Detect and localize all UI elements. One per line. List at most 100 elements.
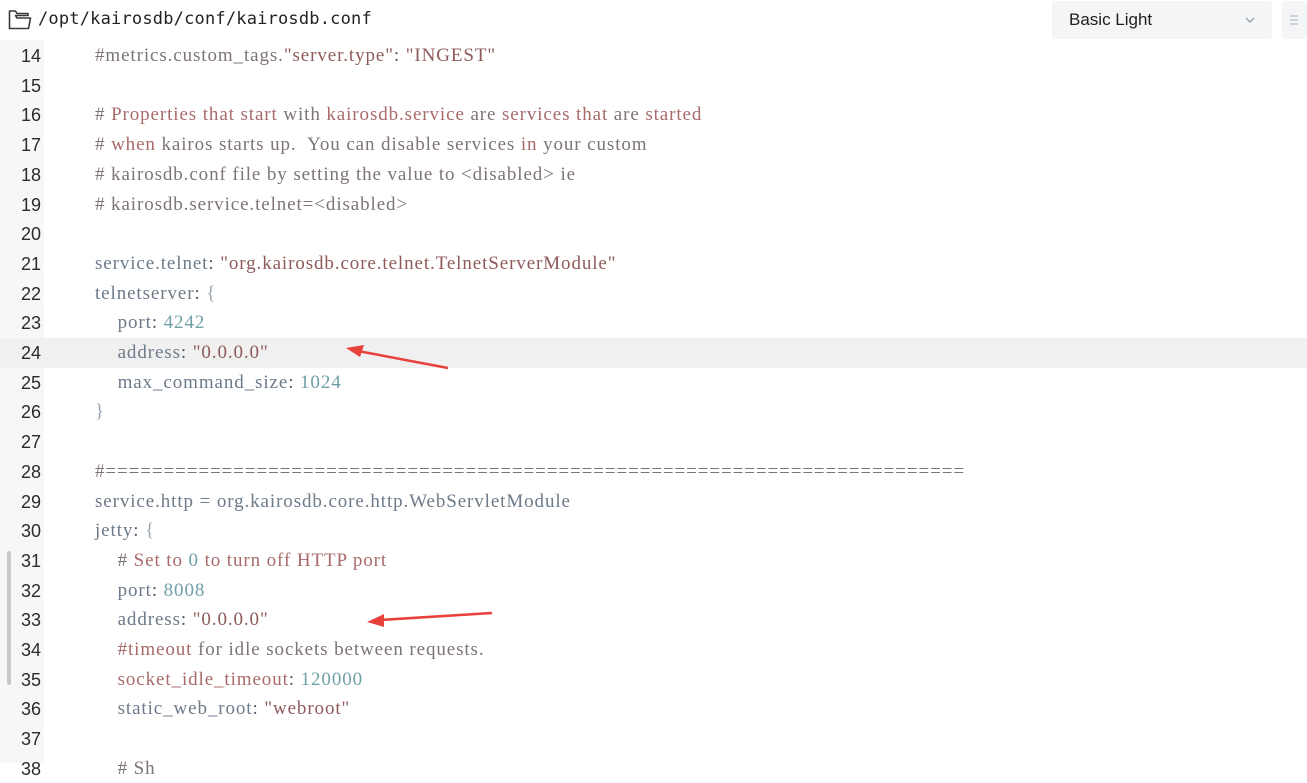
code-token: 1024: [300, 371, 342, 393]
code-text[interactable]: address: "0.0.0.0": [95, 342, 269, 364]
code-text[interactable]: #timeout for idle sockets between reques…: [95, 639, 485, 661]
code-token: 0: [188, 549, 199, 571]
code-line[interactable]: 37: [0, 724, 1307, 754]
code-token: #: [95, 549, 134, 571]
annotation-arrow-line-33: [367, 611, 493, 627]
panel-toggle-icon: [1290, 15, 1298, 25]
code-line[interactable]: 27: [0, 427, 1307, 457]
code-text[interactable]: port: 8008: [95, 580, 205, 602]
code-token: services that: [496, 104, 614, 126]
code-line[interactable]: 21 service.telnet: "org.kairosdb.core.tel…: [0, 249, 1307, 279]
code-text[interactable]: max_command_size: 1024: [95, 372, 342, 394]
line-number: 18: [20, 164, 41, 185]
code-token: are: [613, 104, 640, 126]
code-line[interactable]: 31 # Set to 0 to turn off HTTP port: [0, 546, 1307, 576]
code-line[interactable]: 22 telnetserver: {: [0, 279, 1307, 309]
line-number: 23: [20, 313, 41, 334]
line-number: 37: [20, 729, 41, 750]
code-token: Set to: [133, 549, 189, 571]
code-token: with: [283, 104, 321, 126]
code-token: your custom: [537, 134, 648, 156]
line-number: 34: [20, 640, 41, 660]
code-line[interactable]: 14 #metrics.custom_tags."server.type": "I…: [0, 41, 1307, 71]
code-text[interactable]: service.telnet: "org.kairosdb.core.telne…: [95, 253, 616, 275]
code-line[interactable]: 25 max_command_size: 1024: [0, 368, 1307, 398]
line-number: 28: [20, 461, 41, 482]
panel-toggle-button[interactable]: [1282, 1, 1307, 39]
code-token: :: [151, 312, 164, 334]
code-text[interactable]: # kairosdb.conf file by setting the valu…: [95, 164, 576, 186]
code-line[interactable]: 36 static_web_root: "webroot": [0, 694, 1307, 724]
code-token: "server.type": [283, 45, 394, 66]
theme-select[interactable]: Basic Light: [1052, 1, 1272, 39]
code-token: when: [111, 134, 156, 156]
code-editor[interactable]: 14 #metrics.custom_tags."server.type": "I…: [0, 40, 1307, 779]
code-text[interactable]: # Sh: [95, 758, 156, 780]
line-number: 27: [20, 432, 41, 453]
code-line[interactable]: 19 # kairosdb.service.telnet=<disabled>: [0, 190, 1307, 220]
code-token: Properties that start: [111, 104, 284, 126]
code-token: :: [194, 282, 207, 304]
folder-icon: [8, 10, 32, 30]
code-text[interactable]: }: [95, 401, 105, 423]
code-line[interactable]: 24 address: "0.0.0.0": [0, 338, 1307, 368]
line-number: 15: [20, 75, 41, 96]
code-token: # kairosdb.conf file by setting the valu…: [95, 163, 576, 185]
code-text[interactable]: jetty: {: [95, 520, 155, 542]
code-text[interactable]: static_web_root: "webroot": [95, 698, 350, 720]
code-text[interactable]: #metrics.custom_tags."server.type": "ING…: [95, 45, 496, 67]
code-token: started: [639, 104, 703, 126]
code-line[interactable]: 30 jetty: {: [0, 516, 1307, 546]
code-line[interactable]: 18 # kairosdb.conf file by setting the va…: [0, 160, 1307, 190]
code-text[interactable]: # Set to 0 to turn off HTTP port: [95, 550, 387, 572]
code-token: :: [180, 609, 193, 631]
code-text[interactable]: telnetserver: {: [95, 283, 216, 305]
code-line[interactable]: 20: [0, 219, 1307, 249]
file-path: /opt/kairosdb/conf/kairosdb.conf: [38, 9, 372, 29]
code-text[interactable]: # kairosdb.service.telnet=<disabled>: [95, 194, 408, 216]
line-number: 25: [20, 372, 41, 393]
code-text[interactable]: socket_idle_timeout: 120000: [95, 669, 363, 691]
code-token: # kairosdb.service.telnet=<disabled>: [95, 193, 409, 215]
code-text[interactable]: service.http = org.kairosdb.core.http.We…: [95, 491, 571, 513]
code-line[interactable]: 29 service.http = org.kairosdb.core.http.…: [0, 487, 1307, 517]
code-line[interactable]: 16 # Properties that start with kairosdb.…: [0, 100, 1307, 130]
code-line[interactable]: 26}: [0, 397, 1307, 427]
line-number: 20: [20, 224, 41, 245]
line-number: 19: [20, 194, 41, 215]
code-line[interactable]: 28 #=====================================…: [0, 457, 1307, 487]
code-token: 120000: [300, 668, 364, 690]
code-text[interactable]: address: "0.0.0.0": [95, 609, 269, 631]
code-line[interactable]: 34 #timeout for idle sockets between req…: [0, 635, 1307, 665]
code-line[interactable]: 23 port: 4242: [0, 308, 1307, 338]
code-line[interactable]: 15: [0, 71, 1307, 101]
code-text[interactable]: #=======================================…: [95, 461, 965, 483]
code-token: are: [470, 104, 497, 126]
code-token: port: [95, 312, 152, 334]
theme-select-value: Basic Light: [1069, 10, 1153, 29]
code-token: }: [95, 401, 106, 423]
line-number: 31: [20, 550, 41, 571]
code-token: #: [95, 104, 112, 126]
line-number: 22: [20, 283, 41, 304]
line-number: 35: [20, 669, 41, 690]
code-line[interactable]: 32 port: 8008: [0, 576, 1307, 606]
code-token: 8008: [163, 579, 206, 601]
code-text[interactable]: # when kairos starts up. You can disable…: [95, 134, 647, 156]
code-text[interactable]: # Properties that start with kairosdb.se…: [95, 104, 702, 126]
code-text[interactable]: port: 4242: [95, 312, 205, 334]
code-token: port: [95, 579, 152, 601]
code-token: #: [95, 134, 112, 156]
code-line[interactable]: 38 # Sh: [0, 754, 1307, 783]
code-token: kairos starts up. You can disable servic…: [155, 134, 521, 156]
code-token: socket_idle_timeout: [95, 668, 289, 690]
line-number: 24: [20, 343, 41, 363]
code-token: 4242: [163, 312, 206, 334]
code-token: "webroot": [264, 698, 351, 720]
code-line[interactable]: 33 address: "0.0.0.0": [0, 605, 1307, 635]
code-token: {: [206, 282, 217, 304]
line-number: 14: [20, 46, 41, 66]
code-line[interactable]: 35 socket_idle_timeout: 120000: [0, 665, 1307, 695]
code-token: #metrics.custom_tags.: [95, 45, 284, 66]
code-line[interactable]: 17 # when kairos starts up. You can disab…: [0, 130, 1307, 160]
